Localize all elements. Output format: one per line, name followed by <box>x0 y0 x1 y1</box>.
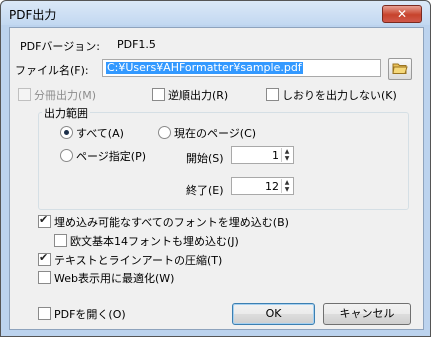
filename-input[interactable]: C:¥Users¥AHFormatter¥sample.pdf <box>102 59 381 77</box>
start-page-label: 開始(S) <box>186 152 224 165</box>
close-icon: ✕ <box>396 7 408 21</box>
output-range-title: 出力範囲 <box>42 105 90 121</box>
compress-checkbox[interactable] <box>38 251 51 266</box>
end-page-value: 12 <box>265 180 279 193</box>
cancel-button[interactable]: キャンセル <box>323 303 411 325</box>
spin-up-icon[interactable]: ▲ <box>282 179 292 186</box>
dialog-window: PDF出力 ✕ PDFバージョン: PDF1.5 ファイル名(F): C:¥Us… <box>0 0 431 337</box>
spin-up-icon[interactable]: ▲ <box>282 148 292 155</box>
close-button[interactable]: ✕ <box>382 5 422 23</box>
compress-label: テキストとラインアートの圧縮(T) <box>54 254 223 267</box>
start-page-spinner[interactable]: ▲ ▼ <box>281 148 292 162</box>
web-optimize-checkbox[interactable] <box>38 271 51 284</box>
filename-label: ファイル名(F): <box>15 64 89 77</box>
start-page-input[interactable]: 1 ▲ ▼ <box>231 146 294 164</box>
reverse-output-checkbox[interactable] <box>152 88 165 101</box>
pdf-version-value: PDF1.5 <box>117 38 156 51</box>
end-page-input[interactable]: 12 ▲ ▼ <box>231 177 294 195</box>
title-bar[interactable]: PDF出力 ✕ <box>1 1 430 25</box>
range-pages-radio[interactable] <box>60 149 73 162</box>
embed-base14-label: 欧文基本14フォントも埋め込む(J) <box>70 235 239 248</box>
filename-value: C:¥Users¥AHFormatter¥sample.pdf <box>106 61 303 74</box>
spin-down-icon[interactable]: ▼ <box>282 186 292 193</box>
split-output-checkbox[interactable] <box>18 88 31 101</box>
browse-button[interactable] <box>388 58 412 80</box>
range-current-label: 現在のページ(C) <box>174 127 257 140</box>
no-bookmarks-label: しおりを出力しない(K) <box>282 89 397 102</box>
range-pages-label: ページ指定(P) <box>76 150 146 163</box>
no-bookmarks-checkbox[interactable] <box>266 88 279 101</box>
folder-icon <box>392 63 408 74</box>
window-title: PDF出力 <box>9 8 57 22</box>
range-current-radio[interactable] <box>158 126 171 139</box>
open-pdf-label: PDFを開く(O) <box>54 308 126 321</box>
end-page-spinner[interactable]: ▲ ▼ <box>281 179 292 193</box>
dialog-content: PDFバージョン: PDF1.5 ファイル名(F): C:¥Users¥AHFo… <box>9 27 424 330</box>
pdf-version-label: PDFバージョン: <box>20 40 100 53</box>
reverse-output-label: 逆順出力(R) <box>168 89 229 102</box>
embed-base14-checkbox[interactable] <box>54 234 67 247</box>
open-pdf-checkbox[interactable] <box>38 307 51 320</box>
embed-all-fonts-label: 埋め込み可能なすべてのフォントを埋め込む(B) <box>54 216 289 229</box>
ok-button[interactable]: OK <box>232 303 315 325</box>
spin-down-icon[interactable]: ▼ <box>282 155 292 162</box>
embed-all-fonts-checkbox[interactable] <box>38 213 51 228</box>
start-page-value: 1 <box>272 149 279 162</box>
range-all-radio[interactable] <box>60 126 73 139</box>
web-optimize-label: Web表示用に最適化(W) <box>54 272 175 285</box>
split-output-label: 分冊出力(M) <box>34 89 97 102</box>
range-all-label: すべて(A) <box>76 127 124 140</box>
end-page-label: 終了(E) <box>186 184 224 197</box>
